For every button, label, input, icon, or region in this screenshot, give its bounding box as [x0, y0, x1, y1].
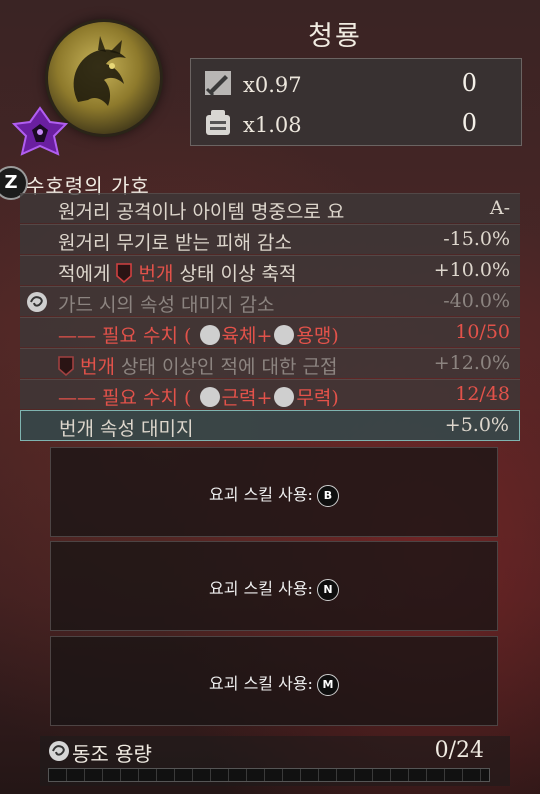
yokai-skill-slot-m[interactable]: 요괴 스킬 사용: M	[50, 636, 498, 726]
effect-label: 번개 속성 대미지	[59, 418, 194, 440]
effect-value: +5.0%	[444, 414, 509, 436]
courage-stat-icon	[274, 325, 295, 345]
yokai-skill-slot-b[interactable]: 요괴 스킬 사용: B	[50, 447, 498, 537]
skill-slot-label: 요괴 스킬 사용:	[209, 485, 313, 504]
requirement-stat-2: 무력	[296, 387, 332, 409]
stat-multipliers-panel: x0.97 0 x1.08 0	[190, 58, 522, 146]
b-key-icon: B	[316, 485, 339, 507]
effect-row[interactable]: 원거리 공격이나 아이템 명중으로 요 A-	[20, 193, 520, 223]
requirement-plus: +	[256, 387, 273, 409]
requirement-label: —— 필요 수치 ( 육체+ 용맹)	[58, 321, 418, 348]
effect-label-suffix: 상태 이상 축적	[173, 263, 297, 285]
defense-stat-row: x1.08 0	[191, 103, 521, 143]
requirement-suffix: )	[331, 387, 339, 409]
strength-stat-icon	[199, 387, 220, 407]
effect-value: A-	[489, 197, 510, 219]
effect-row[interactable]: 원거리 무기로 받는 피해 감소 -15.0%	[20, 224, 520, 254]
effect-label: 번개 상태 이상인 적에 대한 근접	[58, 352, 418, 379]
effect-label-status: 번개	[80, 356, 116, 378]
m-key-icon: M	[316, 674, 339, 696]
lightning-status-icon	[116, 263, 133, 283]
requirement-prefix: —— 필요 수치 (	[58, 325, 198, 347]
requirement-label: —— 필요 수치 ( 근력+ 무력)	[58, 383, 418, 410]
requirement-value: 10/50	[455, 321, 510, 343]
requirement-row: —— 필요 수치 ( 육체+ 용맹) 10/50	[20, 317, 520, 347]
defense-multiplier: x1.08	[243, 113, 302, 137]
sync-capacity-value: 0/24	[434, 738, 484, 763]
effect-label-prefix: 적에게	[58, 263, 117, 285]
effects-list: 원거리 공격이나 아이템 명중으로 요 A- 원거리 무기로 받는 피해 감소 …	[20, 193, 520, 442]
lightning-status-icon	[58, 356, 74, 376]
effect-label: 적에게 번개 상태 이상 축적	[58, 259, 418, 286]
defense-value: 0	[461, 109, 477, 137]
attack-value: 0	[461, 69, 477, 97]
armor-icon	[206, 110, 230, 135]
yokai-skill-slot-n[interactable]: 요괴 스킬 사용: N	[50, 541, 498, 631]
skill-stat-icon	[274, 387, 295, 407]
effect-value: -40.0%	[443, 290, 510, 312]
effect-row-inactive[interactable]: 가드 시의 속성 대미지 감소 -40.0%	[20, 286, 520, 316]
rank-emblem-icon	[10, 104, 70, 164]
effect-label: 원거리 무기로 받는 피해 감소	[58, 232, 292, 254]
requirement-value: 12/48	[455, 383, 510, 405]
sync-capacity-panel: 동조 용량 0/24	[40, 736, 510, 786]
requirement-stat-1: 근력	[221, 387, 257, 409]
effect-row-selected[interactable]: 번개 속성 대미지 +5.0%	[20, 410, 520, 441]
body-stat-icon	[199, 325, 220, 345]
sword-icon	[205, 71, 231, 97]
attack-stat-row: x0.97 0	[191, 63, 521, 103]
requirement-stat-2: 용맹	[296, 325, 332, 347]
effect-row[interactable]: 적에게 번개 상태 이상 축적 +10.0%	[20, 255, 520, 285]
skill-slot-label: 요괴 스킬 사용:	[209, 674, 313, 693]
effect-row-inactive[interactable]: 번개 상태 이상인 적에 대한 근접 +12.0%	[20, 348, 520, 378]
requirement-prefix: —— 필요 수치 (	[58, 387, 198, 409]
skill-slot-label: 요괴 스킬 사용:	[209, 579, 313, 598]
attack-multiplier: x0.97	[243, 73, 302, 97]
effect-value: +12.0%	[433, 352, 510, 374]
requirement-stat-1: 육체	[221, 325, 257, 347]
effect-label-status: 번개	[138, 263, 174, 285]
requirement-row: —— 필요 수치 ( 근력+ 무력) 12/48	[20, 379, 520, 409]
n-key-icon: N	[316, 579, 339, 601]
spirit-swirl-icon	[27, 292, 47, 312]
requirement-suffix: )	[331, 325, 339, 347]
effect-label-suffix: 상태 이상인 적에 대한 근접	[115, 356, 338, 378]
sync-capacity-bar	[48, 768, 490, 782]
effect-value: +10.0%	[433, 259, 510, 281]
sync-capacity-label: 동조 용량	[72, 742, 152, 766]
spirit-title: 청룡	[308, 21, 362, 52]
effect-value: -15.0%	[443, 228, 510, 250]
requirement-plus: +	[256, 325, 273, 347]
effect-label: 가드 시의 속성 대미지 감소	[58, 294, 275, 316]
effect-label: 원거리 공격이나 아이템 명중으로 요	[58, 201, 345, 223]
spirit-swirl-icon	[49, 741, 69, 761]
